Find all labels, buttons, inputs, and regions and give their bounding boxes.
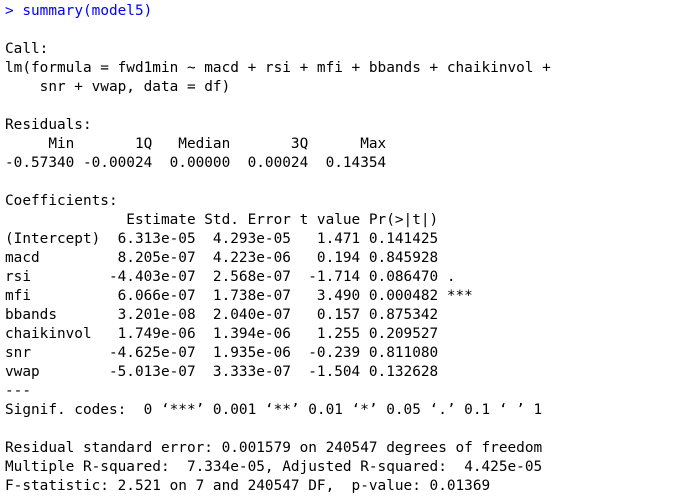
- residuals-labels: Min 1Q Median 3Q Max: [5, 136, 395, 152]
- coefficient-row-mfi: mfi 6.066e-07 1.738e-07 3.490 0.000482 *…: [5, 288, 473, 304]
- signif-codes: Signif. codes: 0 ‘***’ 0.001 ‘**’ 0.01 ‘…: [5, 402, 543, 418]
- coefficient-row-bbands: bbands 3.201e-08 2.040e-07 0.157 0.87534…: [5, 307, 473, 323]
- coefficients-column-header: Estimate Std. Error t value Pr(>|t|): [5, 212, 473, 228]
- call-formula-line-1: lm(formula = fwd1min ~ macd + rsi + mfi …: [5, 60, 551, 76]
- coefficient-row-macd: macd 8.205e-07 4.223e-06 0.194 0.845928: [5, 250, 473, 266]
- coefficient-row-snr: snr -4.625e-07 1.935e-06 -0.239 0.811080: [5, 345, 473, 361]
- r-squared-line: Multiple R-squared: 7.334e-05, Adjusted …: [5, 459, 551, 475]
- residual-standard-error: Residual standard error: 0.001579 on 240…: [5, 440, 543, 456]
- coefficient-row-rsi: rsi -4.403e-07 2.568e-07 -1.714 0.086470…: [5, 269, 473, 285]
- coefficient-row-vwap: vwap -5.013e-07 3.333e-07 -1.504 0.13262…: [5, 364, 473, 380]
- residuals-header: Residuals:: [5, 117, 92, 133]
- call-header: Call:: [5, 41, 49, 57]
- coefficient-row-intercept: (Intercept) 6.313e-05 4.293e-05 1.471 0.…: [5, 231, 473, 247]
- command-line: > summary(model5): [5, 2, 681, 21]
- residuals-values: -0.57340 -0.00024 0.00000 0.00024 0.1435…: [5, 155, 395, 171]
- coefficients-separator: ---: [5, 383, 31, 399]
- prompt-symbol: >: [5, 3, 14, 19]
- coefficient-row-chaikinvol: chaikinvol 1.749e-06 1.394e-06 1.255 0.2…: [5, 326, 473, 342]
- command-text: summary(model5): [22, 3, 153, 19]
- f-statistic-line: F-statistic: 2.521 on 7 and 240547 DF, p…: [5, 478, 491, 494]
- coefficients-header: Coefficients:: [5, 193, 118, 209]
- call-formula-line-2: snr + vwap, data = df): [5, 79, 231, 95]
- r-console[interactable]: > summary(model5) Call: lm(formula = fwd…: [5, 2, 681, 496]
